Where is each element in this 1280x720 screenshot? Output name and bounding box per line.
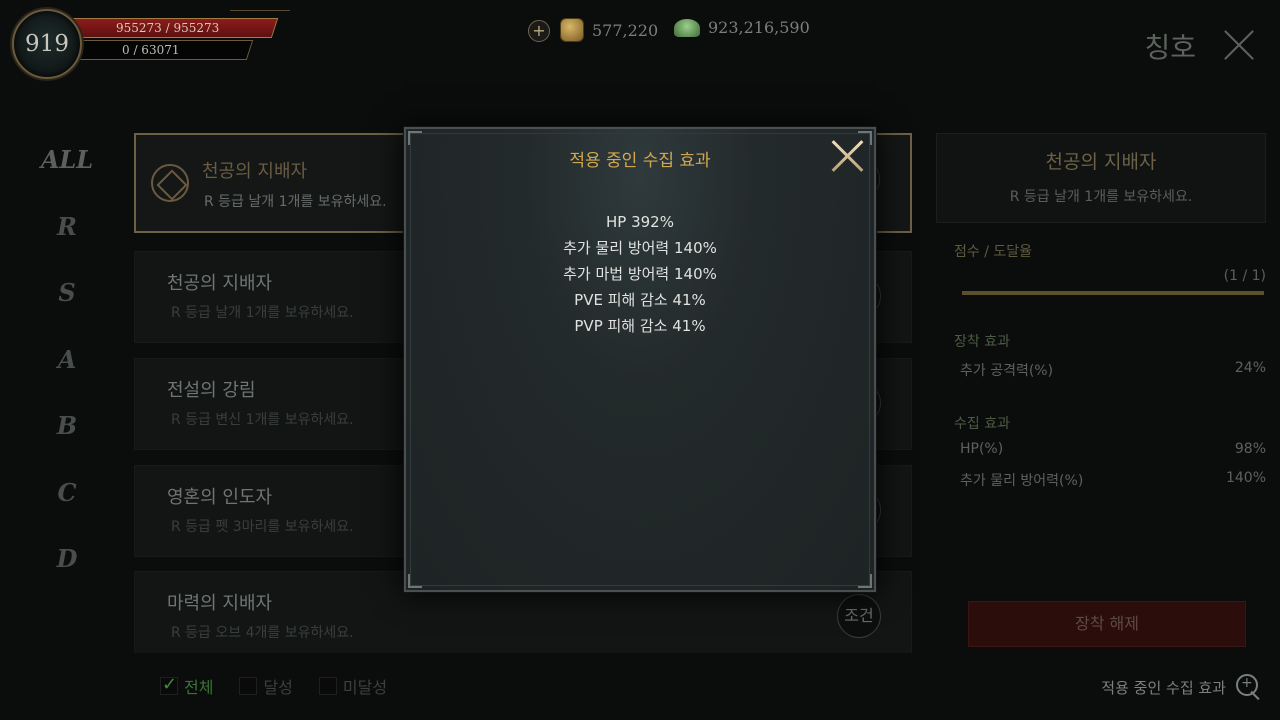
stat-name: HP(%) [960,441,1004,457]
list-item-name: 전설의 강림 [167,380,256,401]
add-currency-button[interactable]: + [528,20,550,42]
grade-tab-all[interactable]: ALL [30,145,104,212]
gold-coin-icon [560,18,584,42]
progress-bar [962,291,1264,295]
list-item-desc: R 등급 펫 3마리를 보유하세요. [171,519,354,535]
modal-title: 적용 중인 수집 효과 [569,151,711,171]
corner-ornament [408,131,422,145]
progress-fill [962,291,1264,295]
filter-label: 미달성 [342,678,388,697]
filter-all[interactable]: 전체 [160,674,213,698]
stat-value: 98% [1234,441,1266,457]
gold-amount: 577,220 [592,20,659,40]
grade-tab-b[interactable]: B [30,411,104,478]
list-item-desc: R 등급 날개 1개를 보유하세요. [204,194,387,210]
equip-effect-label: 장착 효과 [954,334,1010,350]
effect-item: 추가 마법 방어력 140% [563,265,717,283]
stat-name: 추가 공격력(%) [960,363,1054,379]
gem-amount: 923,216,590 [708,18,810,37]
filter-bar: 전체 달성 미달성 [160,674,387,698]
filter-label: 달성 [263,678,293,697]
collect-effect-label: 수집 효과 [954,416,1010,432]
list-item-name: 천공의 지배자 [167,273,273,294]
grade-tab-c[interactable]: C [30,478,104,545]
compass-icon [151,164,189,202]
detail-title: 천공의 지배자 [1045,151,1157,173]
grade-tab-a[interactable]: A [30,345,104,412]
grade-tab-d[interactable]: D [30,544,104,611]
close-icon[interactable] [1222,28,1256,62]
list-item-desc: R 등급 날개 1개를 보유하세요. [171,305,354,321]
effect-item: 추가 물리 방어력 140% [563,239,717,257]
checkbox-icon[interactable] [160,674,178,695]
grade-tab-r[interactable]: R [30,212,104,279]
level-badge: 919 [12,9,82,79]
close-icon[interactable] [830,139,864,173]
detail-desc: R 등급 날개 1개를 보유하세요. [1009,189,1193,205]
hp-text: 955273 / 955273 [115,21,220,35]
list-item-name: 영혼의 인도자 [167,487,273,508]
status-bars: 955273 / 955273 0 / 63071 [48,18,279,60]
grade-nav: ALL R S A B C D [30,145,104,611]
stat-row: 추가 물리 방어력(%) 140% [960,470,1266,490]
filter-not-achieved[interactable]: 미달성 [318,674,388,698]
list-item-desc: R 등급 변신 1개를 보유하세요. [171,412,354,428]
stat-row: 추가 공격력(%) 24% [960,360,1266,380]
list-item-desc: R 등급 오브 4개를 보유하세요. [171,625,354,641]
progress-label: 점수 / 도달율 [954,244,1033,260]
progress-value: (1 / 1) [1223,268,1266,284]
filter-achieved[interactable]: 달성 [239,674,293,698]
stat-value: 24% [1234,360,1266,376]
zoom-in-icon: + [1234,672,1264,702]
applied-effects-button[interactable]: 적용 중인 수집 효과 + [1101,672,1264,702]
checkbox-icon[interactable] [318,677,337,695]
effect-item: PVE 피해 감소 41% [574,291,706,309]
grade-tab-s[interactable]: S [30,278,104,345]
green-gem-icon [674,18,700,37]
applied-effects-label: 적용 중인 수집 효과 [1101,678,1226,697]
unequip-button[interactable]: 장착 해제 [968,601,1246,647]
stat-value: 140% [1225,470,1266,486]
level-value: 919 [25,31,69,57]
exp-text: 0 / 63071 [122,43,180,57]
list-item-name: 마력의 지배자 [167,593,273,614]
checkbox-icon[interactable] [239,677,258,695]
applied-effects-modal: 적용 중인 수집 효과 HP 392% 추가 물리 방어력 140% 추가 마법… [404,127,876,592]
detail-panel: 천공의 지배자 R 등급 날개 1개를 보유하세요. 점수 / 도달율 (1 /… [936,133,1266,663]
filter-label: 전체 [184,678,214,697]
corner-ornament [858,574,872,588]
page-title: 칭호 [1144,31,1196,64]
gem-currency: 923,216,590 [674,18,810,37]
condition-button[interactable]: 조건 [837,594,881,638]
detail-header: 천공의 지배자 R 등급 날개 1개를 보유하세요. [936,133,1266,223]
effect-item: HP 392% [606,213,674,231]
stat-name: 추가 물리 방어력(%) [960,473,1084,489]
stat-row: HP(%) 98% [960,441,1266,457]
corner-ornament [408,574,422,588]
list-item-name: 천공의 지배자 [202,161,308,182]
gold-currency: 577,220 [560,18,658,42]
effects-list: HP 392% 추가 물리 방어력 140% 추가 마법 방어력 140% PV… [406,209,874,339]
effect-item: PVP 피해 감소 41% [574,317,706,335]
hp-bar: 955273 / 955273 [56,18,279,38]
